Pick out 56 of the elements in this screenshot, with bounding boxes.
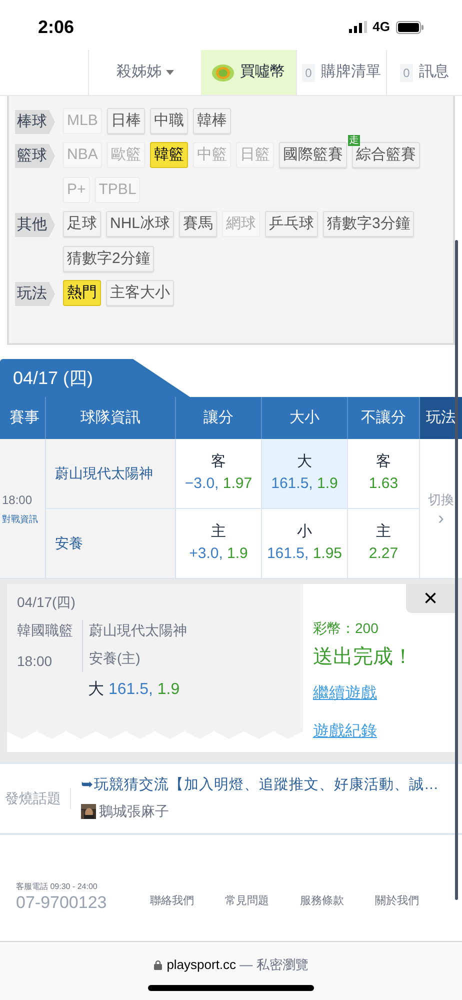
filter-tag[interactable]: 乒乓球	[265, 211, 318, 237]
odds-cell[interactable]: 大 161.5, 1.9	[262, 439, 348, 508]
footer-link[interactable]: 聯絡我們	[150, 893, 194, 910]
filter-tag[interactable]: 熱門	[63, 280, 101, 306]
battery-icon	[396, 20, 424, 34]
footer-link[interactable]: 常見問題	[225, 893, 269, 910]
count-badge: 0	[400, 64, 413, 82]
footer-link[interactable]: 關於我們	[375, 893, 419, 910]
filter-tag[interactable]: 日棒	[106, 108, 145, 134]
clock-time: 2:06	[38, 16, 74, 38]
status-badge: 走	[348, 135, 360, 146]
matchup-link[interactable]: 對戰資訊	[2, 512, 45, 526]
ticket-date: 04/17(四)	[17, 593, 76, 612]
network-label: 4G	[372, 18, 390, 36]
pick-summary: 大 161.5, 1.9	[88, 680, 181, 700]
section-label: 發燒話題	[0, 788, 71, 809]
team-name: 蔚山現代太陽神	[89, 621, 187, 640]
close-button[interactable]: ×	[406, 584, 455, 613]
filter-tag[interactable]: 猜數字2分鐘	[63, 246, 154, 272]
cart-link[interactable]: 0 購牌清單	[296, 50, 386, 95]
category-label: 其他	[15, 213, 55, 237]
filter-tag[interactable]: 賽馬	[179, 211, 218, 237]
filter-tag[interactable]: 韓棒	[192, 108, 231, 134]
success-message: 送出完成！	[313, 645, 413, 670]
filter-tag[interactable]: 國際籃賽	[278, 142, 347, 168]
category-label: 玩法	[15, 282, 55, 306]
game-time: 18:00	[17, 652, 54, 671]
phone-label: 客服電話 09:30 - 24:00	[16, 881, 98, 893]
coin-cost: 彩幣：200	[313, 619, 380, 638]
filter-tag[interactable]: NHL冰球	[106, 211, 174, 237]
team-name: 安養	[46, 508, 176, 578]
filter-tag[interactable]: 韓籃	[150, 142, 188, 168]
team-name: 安養(主)	[89, 649, 142, 668]
messages-link[interactable]: 0 訊息	[386, 50, 462, 95]
scrollbar[interactable]	[455, 240, 458, 900]
category-label: 棒球	[15, 110, 55, 134]
league-name: 韓國職籃	[17, 621, 74, 640]
signal-icon	[348, 21, 367, 33]
author-name: 鵝城張麻子	[99, 802, 169, 821]
buy-coins-button[interactable]: 買噓幣	[201, 50, 296, 95]
team-name: 蔚山現代太陽神	[46, 439, 176, 508]
filter-tag[interactable]: 足球	[63, 211, 101, 237]
topic-link[interactable]: ➥玩競猜交流【加入明燈、追蹤推文、好康活動、誠…	[81, 775, 438, 797]
column-header: 玩法	[420, 397, 462, 439]
coin-icon	[212, 64, 234, 82]
lock-icon	[154, 960, 162, 970]
game-time: 18:00	[2, 492, 34, 509]
count-badge: 0	[302, 64, 315, 82]
address-bar[interactable]: playsport.cc — 私密瀏覽	[166, 955, 308, 974]
phone-number: 07-9700123	[16, 893, 108, 913]
category-label: 籃球	[15, 144, 55, 168]
filter-tag[interactable]: 主客大小	[106, 280, 174, 306]
filter-tag[interactable]: 中職	[150, 108, 188, 134]
caret-icon	[166, 70, 174, 75]
footer-link[interactable]: 服務條款	[300, 893, 344, 910]
filter-tag[interactable]: 猜數字3分鐘	[323, 211, 414, 237]
